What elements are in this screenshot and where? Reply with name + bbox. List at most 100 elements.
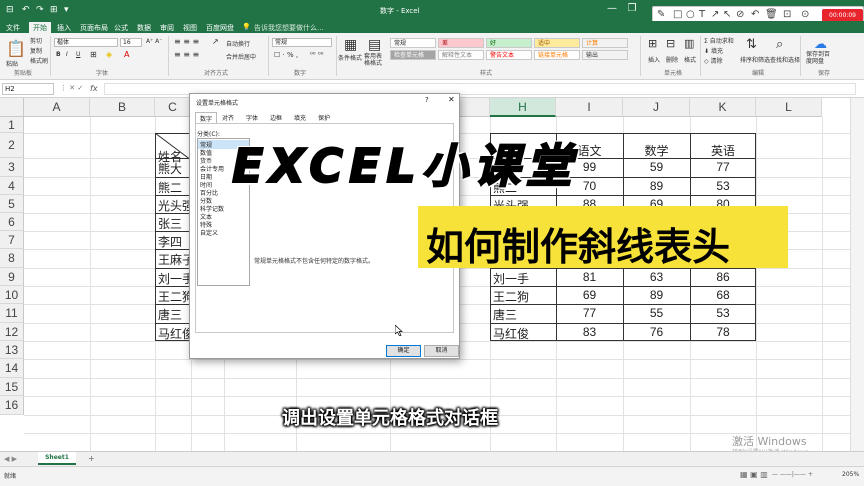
merge-center-button[interactable]: 合并后居中: [226, 52, 256, 61]
trash-icon[interactable]: 🗑: [765, 9, 778, 20]
score-cell[interactable]: 78: [690, 325, 756, 339]
redo-icon[interactable]: ↷: [36, 5, 44, 15]
italic-button[interactable]: I: [66, 51, 68, 58]
insert-cells-icon[interactable]: ⊞: [648, 37, 657, 50]
orientation-icon[interactable]: ↗: [212, 37, 219, 46]
cell-style-option[interactable]: 警告文本: [486, 50, 532, 60]
font-color-icon[interactable]: A: [124, 50, 129, 59]
row-header-1[interactable]: 1: [0, 117, 24, 133]
conditional-format-button[interactable]: 条件格式: [338, 53, 362, 62]
column-header-c[interactable]: C: [155, 98, 191, 117]
view-mode-icons[interactable]: ▦ ▣ ▥: [740, 470, 768, 479]
dialog-tab[interactable]: 字体: [242, 112, 262, 123]
score-cell[interactable]: 69: [556, 288, 623, 302]
tab-page-layout[interactable]: 页面布局: [80, 23, 108, 33]
function-icon[interactable]: fx: [90, 84, 98, 93]
left-table-name[interactable]: 王二狗: [158, 288, 190, 305]
eraser-icon[interactable]: ⊘: [736, 9, 744, 20]
score-cell[interactable]: 89: [623, 288, 690, 302]
row-header-7[interactable]: 7: [0, 231, 24, 249]
row-header-2[interactable]: 2: [0, 133, 24, 158]
conditional-format-icon[interactable]: ▦: [344, 37, 357, 53]
score-cell[interactable]: 76: [623, 325, 690, 339]
select-all-corner[interactable]: [0, 98, 24, 117]
left-table-name[interactable]: 刘一手: [158, 270, 190, 287]
pointer-icon[interactable]: ↖: [723, 9, 731, 20]
right-table-name[interactable]: 唐三: [493, 306, 556, 323]
cell-style-option[interactable]: 差: [438, 38, 484, 48]
column-header-k[interactable]: K: [690, 98, 756, 117]
delete-cells-button[interactable]: 删除: [666, 55, 678, 64]
score-cell[interactable]: 77: [556, 306, 623, 320]
insert-cells-button[interactable]: 插入: [648, 55, 660, 64]
dialog-help-button[interactable]: ?: [425, 96, 429, 104]
score-cell[interactable]: 63: [623, 270, 690, 284]
row-header-6[interactable]: 6: [0, 213, 24, 231]
percent-icon[interactable]: ☐ · % ,: [274, 51, 298, 59]
font-grow-icon[interactable]: A⁺ A⁻: [146, 38, 162, 45]
autosum-button[interactable]: Σ 自动求和: [704, 36, 734, 45]
maximize-button[interactable]: ❐: [624, 3, 640, 17]
sort-filter-button[interactable]: 排序和筛选: [740, 55, 770, 64]
fill-button[interactable]: ⬇ 填充: [704, 46, 723, 55]
score-cell[interactable]: 55: [623, 306, 690, 320]
right-table-name[interactable]: 马红俊: [493, 325, 556, 342]
sheet-tab-sheet1[interactable]: Sheet1: [38, 452, 76, 465]
left-table-name[interactable]: 张三: [158, 215, 190, 232]
underline-button[interactable]: U: [76, 51, 80, 58]
cell-style-option[interactable]: 检查单元格: [390, 50, 436, 60]
row-header-3[interactable]: 3: [0, 158, 24, 177]
row-header-12[interactable]: 12: [0, 323, 24, 341]
customize-qat-icon[interactable]: ▾: [64, 5, 69, 15]
save-icon[interactable]: ⊟: [6, 5, 14, 15]
tab-view[interactable]: 视图: [183, 23, 197, 33]
cancel-button[interactable]: 取消: [424, 345, 459, 357]
left-table-name[interactable]: 王麻子: [158, 251, 190, 268]
undo-icon[interactable]: ↶: [22, 5, 30, 15]
save-to-baidu-button[interactable]: 保存到百度网盘: [806, 51, 834, 65]
cancel-confirm-icons[interactable]: ⋮ ✕ ✓: [60, 84, 83, 92]
left-table-name[interactable]: 熊大: [158, 160, 190, 177]
score-cell[interactable]: 53: [690, 306, 756, 320]
arrow-icon[interactable]: ↗: [711, 9, 719, 20]
tab-formulas[interactable]: 公式: [114, 23, 128, 33]
ok-button[interactable]: 确定: [386, 345, 421, 357]
find-select-icon[interactable]: ⌕: [776, 37, 783, 52]
column-header-h[interactable]: H: [490, 98, 556, 117]
add-sheet-button[interactable]: +: [88, 454, 95, 463]
paste-button[interactable]: 粘贴: [6, 59, 18, 68]
row-header-8[interactable]: 8: [0, 249, 24, 268]
score-cell[interactable]: 86: [690, 270, 756, 284]
stop-record-icon[interactable]: ⊙: [801, 9, 809, 20]
cell-style-option[interactable]: 解释性文本: [438, 50, 484, 60]
border-icon[interactable]: ⊞: [90, 50, 97, 59]
dialog-tab[interactable]: 填充: [290, 112, 310, 123]
sheet-nav-arrows[interactable]: ◀ ▶: [4, 455, 17, 463]
clear-button[interactable]: ◇ 清除: [704, 56, 723, 65]
format-painter-button[interactable]: 格式刷: [30, 56, 48, 65]
left-table-name[interactable]: 马红俊: [158, 325, 190, 342]
cut-button[interactable]: 剪切: [30, 36, 42, 45]
copy-button[interactable]: 复制: [30, 46, 42, 55]
bold-button[interactable]: B: [56, 51, 61, 58]
baidu-pan-icon[interactable]: ☁: [814, 37, 827, 52]
cell-style-option[interactable]: 输出: [582, 50, 628, 60]
touch-mode-icon[interactable]: ⊞: [50, 5, 58, 15]
cell-style-option[interactable]: 链接单元格: [534, 50, 580, 60]
left-table-name[interactable]: 熊二: [158, 179, 190, 196]
cell-style-option[interactable]: 好: [486, 38, 532, 48]
right-table-name[interactable]: 刘一手: [493, 270, 556, 287]
paste-icon[interactable]: 📋: [6, 39, 26, 58]
zoom-level[interactable]: 205%: [842, 471, 859, 478]
row-header-4[interactable]: 4: [0, 177, 24, 195]
align-top-icon[interactable]: ≡ ≡ ≡: [174, 37, 199, 46]
wrap-text-button[interactable]: 自动换行: [226, 39, 250, 48]
right-table-name[interactable]: 王二狗: [493, 288, 556, 305]
score-cell[interactable]: 81: [556, 270, 623, 284]
row-header-15[interactable]: 15: [0, 378, 24, 396]
cell-style-option[interactable]: 常规: [390, 38, 436, 48]
zoom-slider[interactable]: — ——|—— +: [772, 471, 813, 478]
format-cells-icon[interactable]: ▥: [684, 37, 694, 50]
minimize-button[interactable]: —: [604, 3, 620, 17]
dialog-tab[interactable]: 对齐: [218, 112, 238, 123]
